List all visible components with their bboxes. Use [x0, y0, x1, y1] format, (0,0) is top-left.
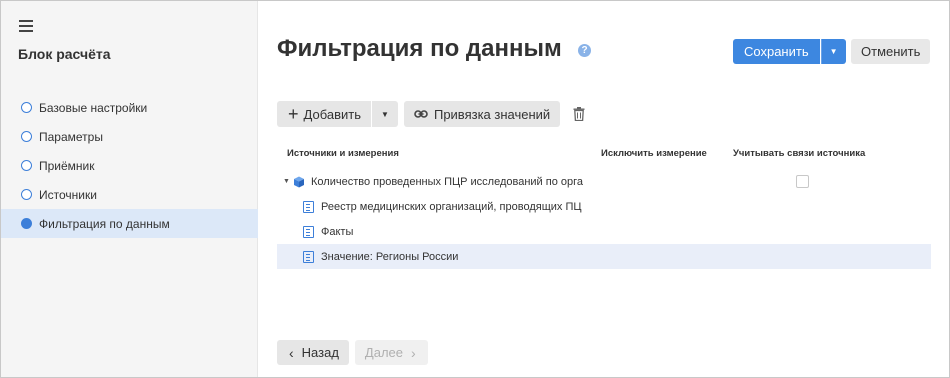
menu-icon[interactable]	[19, 20, 33, 32]
chevron-left-icon: ‹	[289, 344, 294, 361]
step-radio-icon	[21, 131, 32, 142]
main-panel: Фильтрация по данным ? Сохранить ▼ Отмен…	[259, 1, 949, 377]
step-receiver[interactable]: Приёмник	[1, 151, 258, 180]
dimension-icon	[303, 250, 314, 263]
add-button[interactable]: + Добавить	[277, 101, 371, 127]
step-label: Приёмник	[39, 158, 95, 173]
add-button-label: Добавить	[303, 106, 361, 122]
link-icon	[414, 110, 428, 118]
expand-caret-icon[interactable]: ▼	[283, 178, 290, 185]
next-label: Далее	[364, 345, 404, 360]
wizard-footer: ‹ Назад Далее ›	[277, 340, 428, 365]
step-list: Базовые настройки Параметры Приёмник Ист…	[1, 93, 258, 238]
app-window: Блок расчёта Базовые настройки Параметры…	[0, 0, 950, 378]
row-label: Количество проведенных ПЦР исследований …	[311, 175, 583, 188]
grid-header: Источники и измерения Исключить измерени…	[277, 148, 931, 160]
dimension-icon	[303, 200, 314, 213]
page-title: Фильтрация по данным	[277, 35, 562, 62]
trash-icon[interactable]	[573, 106, 587, 122]
tree-row-dimension[interactable]: Факты	[277, 219, 931, 244]
save-button[interactable]: Сохранить	[733, 39, 820, 64]
back-button[interactable]: ‹ Назад	[277, 340, 349, 365]
row-label: Факты	[321, 225, 354, 238]
cancel-button[interactable]: Отменить	[851, 39, 931, 64]
step-data-filtering[interactable]: Фильтрация по данным	[1, 209, 258, 238]
tree-row-source[interactable]: ▼ Количество проведенных ПЦР исследовани…	[277, 169, 931, 194]
dimension-icon	[303, 225, 314, 238]
step-sources[interactable]: Источники	[1, 180, 258, 209]
chevron-right-icon: ›	[411, 344, 416, 361]
add-dropdown-button[interactable]: ▼	[371, 101, 398, 127]
step-label: Фильтрация по данным	[39, 216, 170, 231]
consider-links-checkbox[interactable]	[796, 175, 809, 188]
plus-icon: +	[288, 104, 299, 124]
step-radio-icon	[21, 102, 32, 113]
bind-values-label: Привязка значений	[433, 106, 551, 122]
column-header-sources[interactable]: Источники и измерения	[287, 148, 399, 159]
step-basic-settings[interactable]: Базовые настройки	[1, 93, 258, 122]
sources-tree-grid: ▼ Количество проведенных ПЦР исследовани…	[277, 169, 931, 269]
step-parameters[interactable]: Параметры	[1, 122, 258, 151]
column-header-links[interactable]: Учитывать связи источника	[733, 148, 865, 159]
caret-down-icon: ▼	[381, 109, 389, 119]
step-label: Источники	[39, 187, 97, 202]
back-label: Назад	[301, 345, 339, 360]
step-label: Базовые настройки	[39, 100, 148, 115]
bind-values-button[interactable]: Привязка значений	[403, 101, 561, 127]
step-radio-icon	[21, 160, 32, 171]
row-label: Значение: Регионы России	[321, 250, 459, 263]
save-button-group: Сохранить ▼	[733, 39, 846, 64]
caret-down-icon: ▼	[829, 47, 838, 56]
step-radio-icon	[21, 189, 32, 200]
column-header-exclude[interactable]: Исключить измерение	[601, 148, 707, 159]
row-label: Реестр медицинских организаций, проводящ…	[321, 200, 582, 213]
tree-row-dimension-selected[interactable]: Значение: Регионы России	[277, 244, 931, 269]
help-icon[interactable]: ?	[578, 44, 591, 57]
save-dropdown-button[interactable]: ▼	[820, 39, 846, 64]
next-button: Далее ›	[354, 340, 428, 365]
step-radio-icon	[21, 218, 32, 229]
sidebar-title: Блок расчёта	[18, 46, 111, 62]
sidebar: Блок расчёта Базовые настройки Параметры…	[1, 1, 258, 377]
tree-row-dimension[interactable]: Реестр медицинских организаций, проводящ…	[277, 194, 931, 219]
step-label: Параметры	[39, 129, 103, 144]
cube-icon	[294, 176, 304, 187]
toolbar: + Добавить ▼ Привязка значений	[277, 101, 587, 127]
